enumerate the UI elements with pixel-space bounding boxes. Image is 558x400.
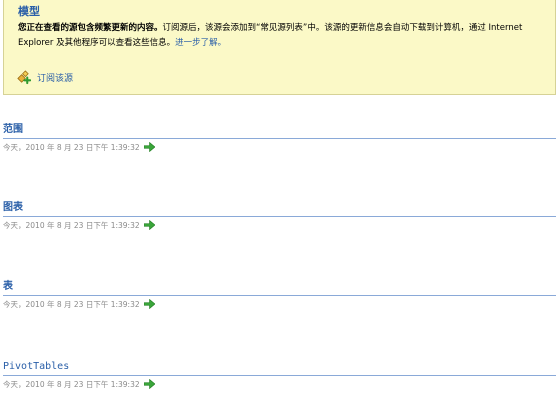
green-arrow-icon[interactable]	[143, 299, 155, 309]
feed-description: 您正在查看的源包含频繁更新的内容。订阅源后，该源会添加到“常见源列表”中。该源的…	[18, 21, 550, 51]
feed-item-date: 今天，2010 年 8 月 23 日下午 1:39:32	[3, 220, 140, 230]
feed-item-divider	[3, 375, 556, 376]
feed-description-bold: 您正在查看的源包含频繁更新的内容。	[18, 23, 163, 33]
feed-item-divider	[3, 138, 556, 139]
feed-item-title[interactable]: 表	[3, 280, 556, 294]
feed-item-title[interactable]: 图表	[3, 201, 556, 215]
feed-item-divider	[3, 295, 556, 296]
feed-item: 范围 今天，2010 年 8 月 23 日下午 1:39:32	[3, 123, 556, 154]
green-arrow-icon[interactable]	[143, 220, 155, 230]
feed-item-date: 今天，2010 年 8 月 23 日下午 1:39:32	[3, 379, 140, 389]
feed-item-title[interactable]: 范围	[3, 123, 556, 137]
green-arrow-icon[interactable]	[143, 379, 155, 389]
feed-item-date: 今天，2010 年 8 月 23 日下午 1:39:32	[3, 299, 140, 309]
feed-item-meta: 今天，2010 年 8 月 23 日下午 1:39:32	[3, 297, 556, 311]
feed-info-banner: 模型 您正在查看的源包含频繁更新的内容。订阅源后，该源会添加到“常见源列表”中。…	[3, 0, 556, 95]
feed-subscribe-icon	[17, 69, 31, 84]
feed-item-divider	[3, 216, 556, 217]
learn-more-link[interactable]: 进一步了解。	[175, 38, 226, 48]
feed-item-meta: 今天，2010 年 8 月 23 日下午 1:39:32	[3, 140, 556, 154]
feed-item-meta: 今天，2010 年 8 月 23 日下午 1:39:32	[3, 377, 556, 391]
feed-item: 图表 今天，2010 年 8 月 23 日下午 1:39:32	[3, 201, 556, 232]
feed-item-title[interactable]: PivotTables	[3, 360, 556, 374]
feed-item-meta: 今天，2010 年 8 月 23 日下午 1:39:32	[3, 218, 556, 232]
feed-item: 表 今天，2010 年 8 月 23 日下午 1:39:32	[3, 280, 556, 311]
subscribe-label: 订阅该源	[37, 73, 74, 84]
feed-item-date: 今天，2010 年 8 月 23 日下午 1:39:32	[3, 142, 140, 152]
feed-item: PivotTables 今天，2010 年 8 月 23 日下午 1:39:32	[3, 360, 556, 391]
subscribe-feed-link[interactable]: 订阅该源	[16, 69, 73, 85]
feed-title: 模型	[18, 5, 40, 18]
green-arrow-icon[interactable]	[143, 142, 155, 152]
